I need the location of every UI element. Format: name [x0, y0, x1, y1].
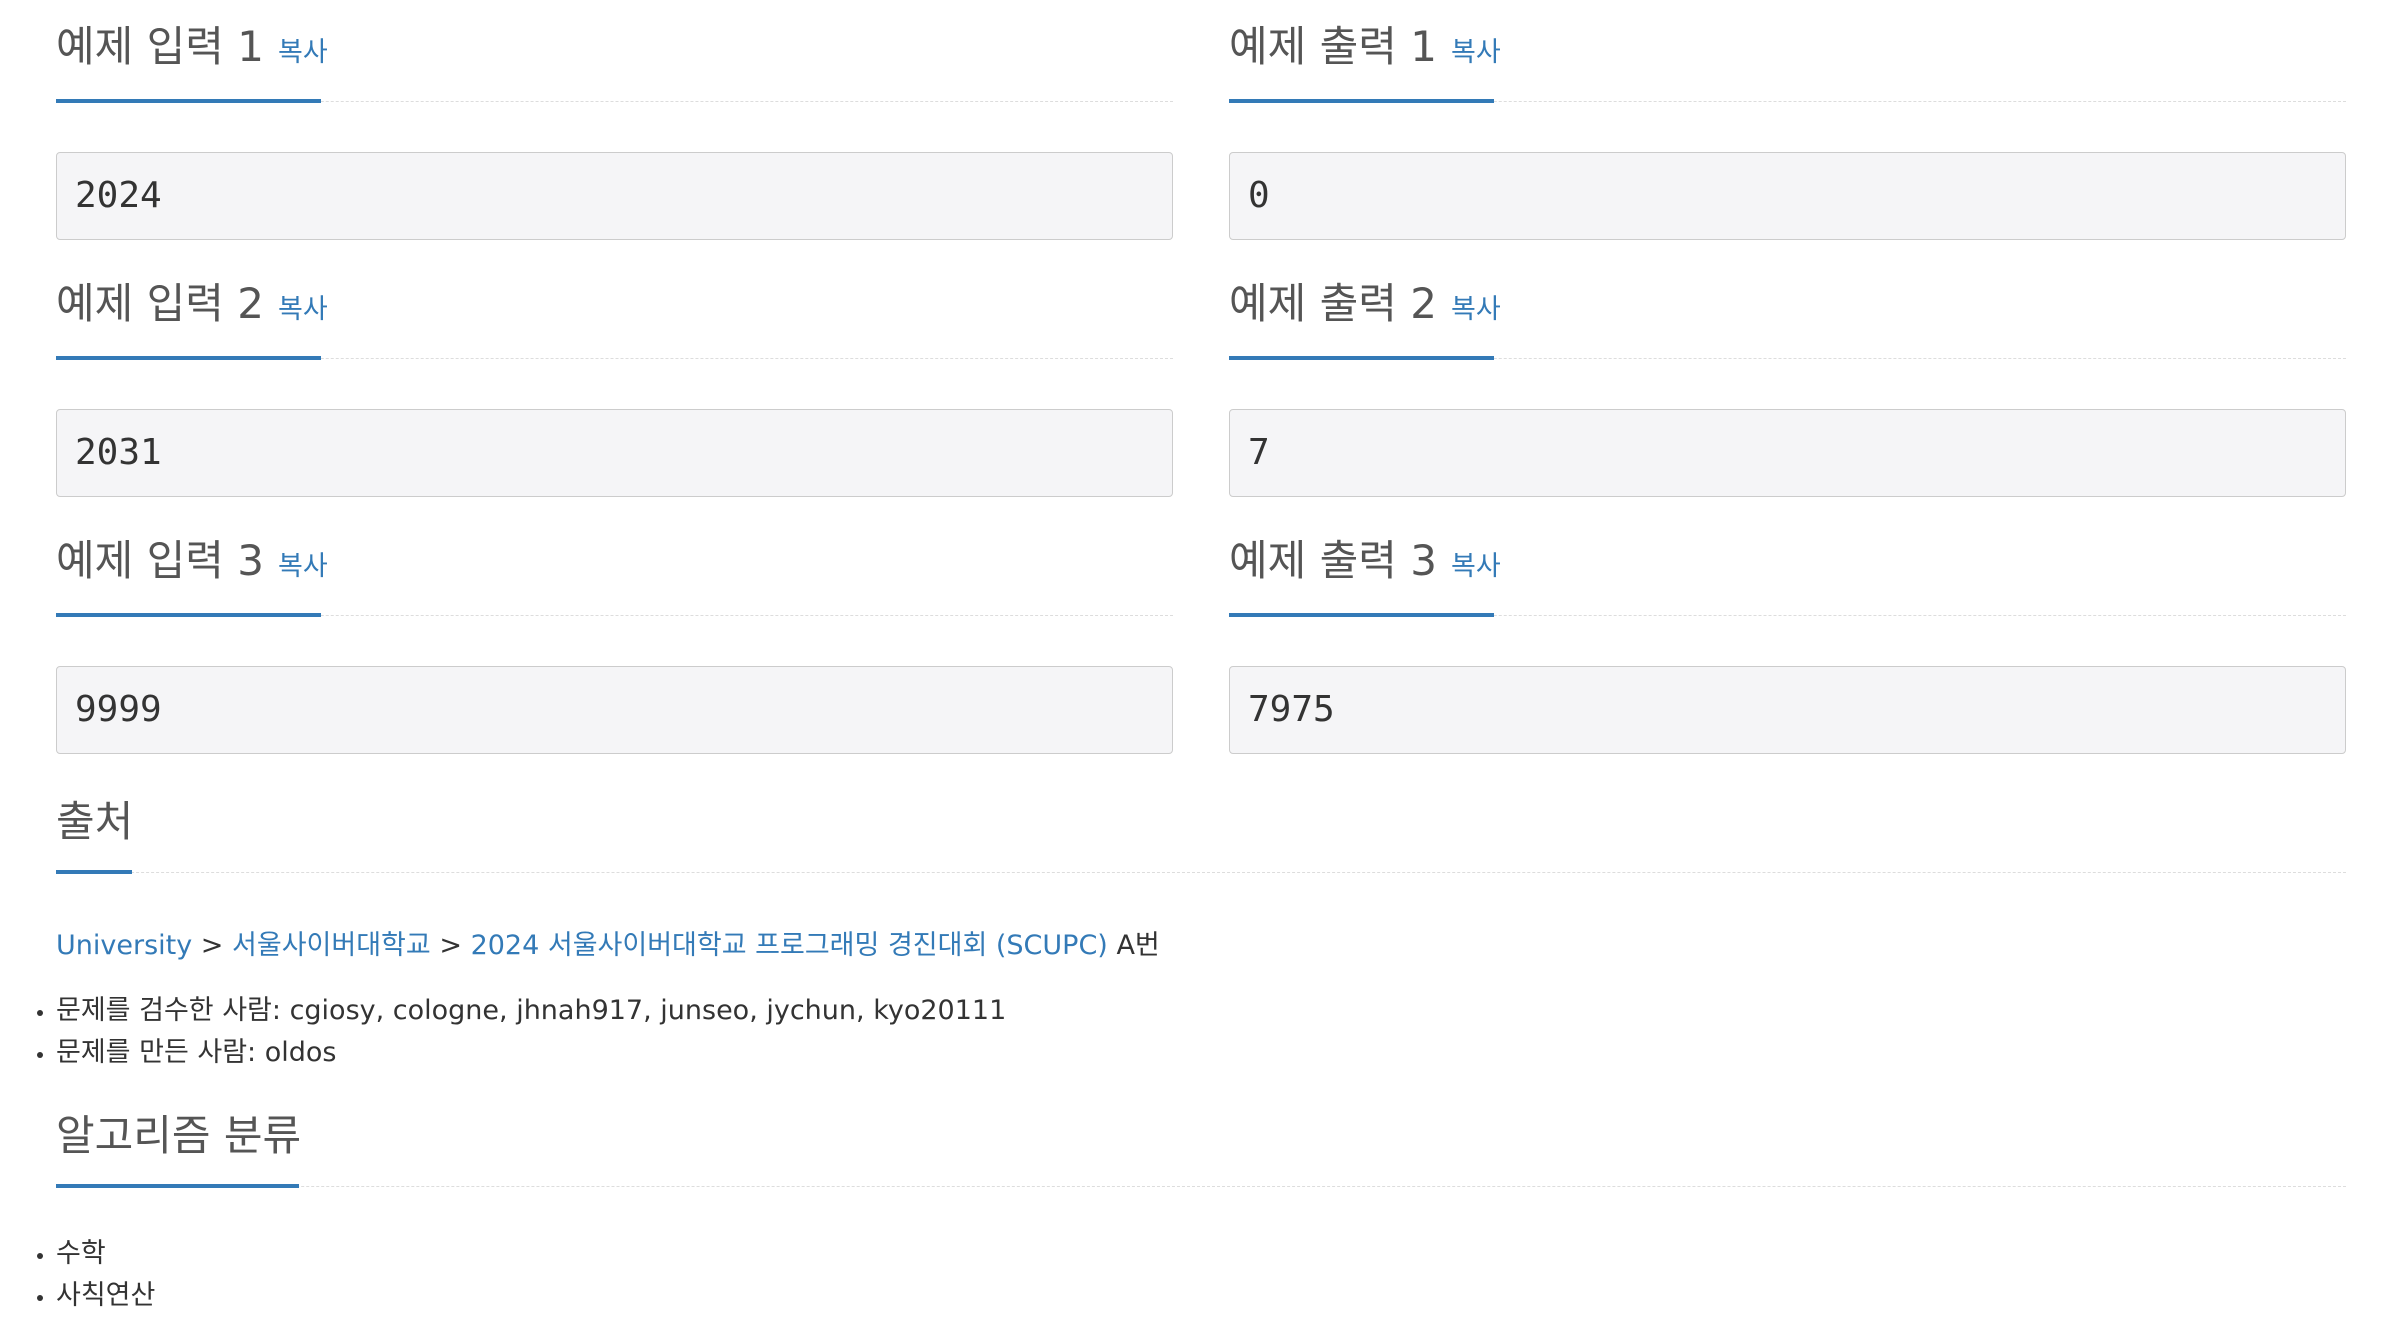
algorithm-tag-list: 수학 사칙연산: [56, 1233, 2346, 1317]
algorithm-headline: 알고리즘 분류: [56, 1085, 2346, 1188]
copy-button[interactable]: 복사: [278, 294, 328, 325]
headline-underline: [56, 870, 132, 874]
copy-button[interactable]: 복사: [1451, 37, 1501, 68]
problem-label: A번: [1116, 930, 1160, 961]
sample-title: 예제 입력 1 복사: [56, 22, 328, 71]
sample-output-1: 예제 출력 1 복사 0: [1229, 0, 2346, 257]
sample-grid: 예제 입력 1 복사 2024 예제 출력 1 복사 0 예제 입력 2 복사 203…: [56, 0, 2346, 771]
headline-underline: [1229, 356, 1494, 360]
sample-output-3: 예제 출력 3 복사 7975: [1229, 514, 2346, 771]
algorithm-title: 알고리즘 분류: [56, 1111, 302, 1160]
headline-underline: [56, 1184, 299, 1188]
source-breadcrumb: University > 서울사이버대학교 > 2024 서울사이버대학교 프로…: [56, 923, 2346, 962]
copy-button[interactable]: 복사: [1451, 294, 1501, 325]
headline-underline: [56, 99, 321, 103]
copy-button[interactable]: 복사: [278, 551, 328, 582]
sample-input-2: 예제 입력 2 복사 2031: [56, 257, 1173, 514]
sample-headline: 예제 출력 3 복사: [1229, 514, 2346, 617]
problem-page: 예제 입력 1 복사 2024 예제 출력 1 복사 0 예제 입력 2 복사 203…: [0, 0, 2400, 1344]
sample-data-box[interactable]: 9999: [56, 666, 1173, 754]
credits-list: 문제를 검수한 사람: cgiosy, cologne, jhnah917, j…: [56, 990, 2346, 1074]
sample-title: 예제 출력 1 복사: [1229, 22, 1501, 71]
sample-title: 예제 입력 2 복사: [56, 279, 328, 328]
source-headline: 출처: [56, 771, 2346, 874]
sample-headline: 예제 입력 2 복사: [56, 257, 1173, 360]
copy-button[interactable]: 복사: [278, 37, 328, 68]
headline-underline: [1229, 613, 1494, 617]
sample-data-box[interactable]: 2024: [56, 152, 1173, 240]
sample-input-3: 예제 입력 3 복사 9999: [56, 514, 1173, 771]
copy-button[interactable]: 복사: [1451, 551, 1501, 582]
headline-underline: [56, 356, 321, 360]
credit-author: 문제를 만든 사람: oldos: [56, 1032, 2346, 1074]
breadcrumb-separator: >: [200, 930, 224, 961]
source-link-contest[interactable]: 2024 서울사이버대학교 프로그래밍 경진대회 (SCUPC): [471, 930, 1108, 961]
sample-headline: 예제 출력 2 복사: [1229, 257, 2346, 360]
headline-underline: [56, 613, 321, 617]
sample-headline: 예제 입력 3 복사: [56, 514, 1173, 617]
algorithm-section: 알고리즘 분류 수학 사칙연산: [56, 1085, 2346, 1317]
sample-data-box[interactable]: 7: [1229, 409, 2346, 497]
breadcrumb-separator: >: [439, 930, 462, 961]
sample-data-box[interactable]: 0: [1229, 152, 2346, 240]
algorithm-tag[interactable]: 수학: [56, 1233, 2346, 1275]
sample-headline: 예제 입력 1 복사: [56, 0, 1173, 103]
source-link-school[interactable]: 서울사이버대학교: [232, 930, 431, 961]
sample-output-2: 예제 출력 2 복사 7: [1229, 257, 2346, 514]
source-title: 출처: [56, 797, 134, 846]
sample-title: 예제 출력 2 복사: [1229, 279, 1501, 328]
sample-headline: 예제 출력 1 복사: [1229, 0, 2346, 103]
sample-title: 예제 출력 3 복사: [1229, 536, 1501, 585]
sample-input-1: 예제 입력 1 복사 2024: [56, 0, 1173, 257]
source-link-university[interactable]: University: [56, 930, 192, 961]
headline-underline: [1229, 99, 1494, 103]
sample-data-box[interactable]: 2031: [56, 409, 1173, 497]
credit-reviewers: 문제를 검수한 사람: cgiosy, cologne, jhnah917, j…: [56, 990, 2346, 1032]
sample-data-box[interactable]: 7975: [1229, 666, 2346, 754]
source-section: 출처 University > 서울사이버대학교 > 2024 서울사이버대학교…: [56, 771, 2346, 1074]
algorithm-tag[interactable]: 사칙연산: [56, 1275, 2346, 1317]
sample-title: 예제 입력 3 복사: [56, 536, 328, 585]
